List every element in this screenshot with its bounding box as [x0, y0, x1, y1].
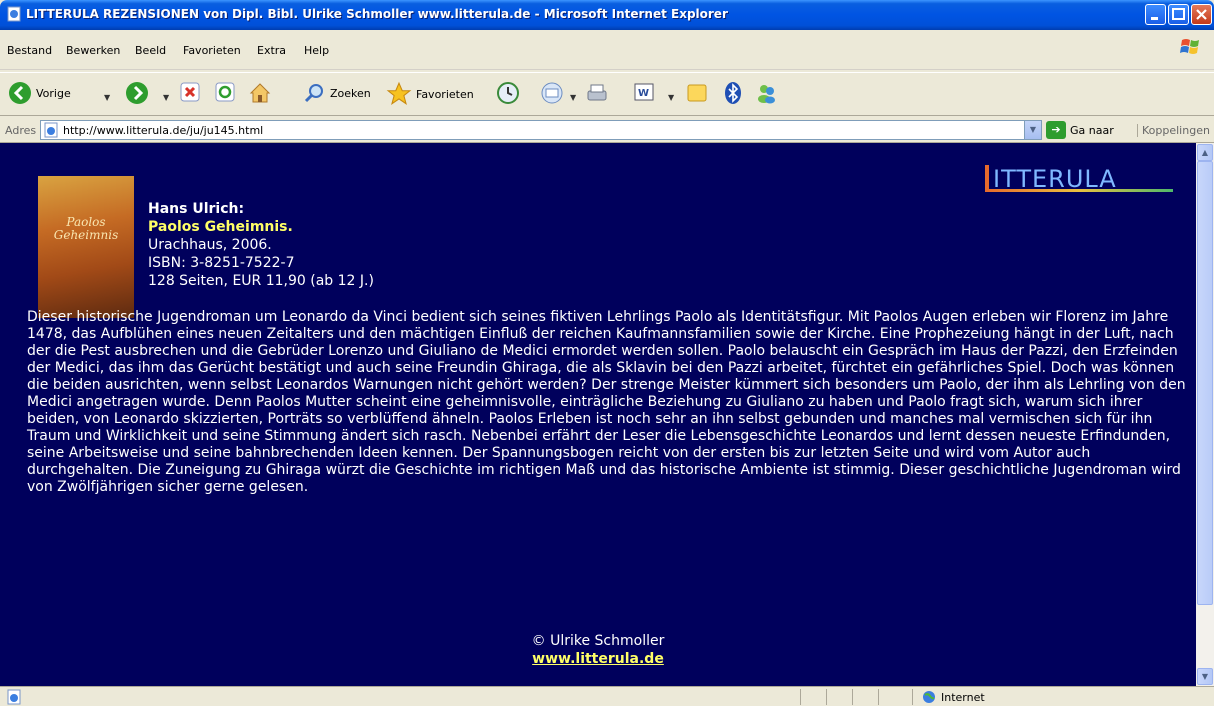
- menu-help[interactable]: Help: [304, 44, 329, 57]
- forward-dropdown-icon[interactable]: ▼: [163, 93, 169, 102]
- cover-title: Paolos Geheimnis: [53, 215, 119, 242]
- book-isbn: ISBN: 3-8251-7522-7: [148, 255, 295, 271]
- go-arrow-icon: ➔: [1046, 121, 1066, 139]
- history-icon: [497, 82, 519, 104]
- word-icon: W: [634, 83, 654, 101]
- bluetooth-button[interactable]: [723, 81, 743, 105]
- favorites-star-icon: [386, 81, 412, 106]
- forward-arrow-icon: [126, 82, 148, 104]
- favorites-button[interactable]: Favorieten: [386, 81, 474, 107]
- status-divider: [852, 689, 853, 705]
- folder-icon: [687, 84, 707, 102]
- address-dropdown-icon[interactable]: ▼: [1024, 121, 1041, 139]
- menu-bestand[interactable]: Bestand: [7, 44, 52, 57]
- minimize-icon: [1151, 17, 1158, 20]
- go-button[interactable]: ➔ Ga naar: [1046, 121, 1114, 139]
- ie-page-icon: [7, 6, 21, 22]
- scroll-down-icon[interactable]: ▼: [1197, 668, 1213, 685]
- status-bar: Internet: [0, 686, 1214, 706]
- search-label: Zoeken: [330, 86, 371, 100]
- messenger-button[interactable]: [755, 81, 779, 105]
- mail-icon: [541, 82, 563, 104]
- zone-label: Internet: [941, 690, 985, 704]
- close-button[interactable]: [1191, 4, 1212, 25]
- windows-logo-icon: [1180, 39, 1199, 54]
- status-divider: [826, 689, 827, 705]
- notes-button[interactable]: [685, 81, 709, 105]
- review-text: Dieser historische Jugendroman um Leonar…: [27, 309, 1186, 495]
- home-icon: [249, 83, 271, 103]
- page-icon: [44, 122, 58, 138]
- refresh-icon: [215, 82, 235, 102]
- security-zone: Internet: [922, 690, 985, 704]
- back-label: Vorige: [36, 86, 71, 100]
- svg-text:W: W: [638, 88, 649, 99]
- links-toolbar[interactable]: Koppelingen: [1137, 124, 1210, 137]
- menu-extra[interactable]: Extra: [257, 44, 286, 57]
- print-button[interactable]: [585, 81, 609, 105]
- edit-dropdown-icon[interactable]: ▼: [668, 93, 674, 102]
- address-label: Adres: [5, 124, 37, 137]
- bluetooth-icon: [725, 82, 741, 104]
- toolbar: Vorige ▼ ▼ Zoeken Favorieten ▼ W ▼: [0, 72, 1214, 116]
- maximize-icon: [1172, 8, 1185, 20]
- search-icon: [304, 84, 323, 103]
- menu-favorieten[interactable]: Favorieten: [183, 44, 241, 57]
- messenger-icon: [758, 85, 775, 104]
- status-divider: [912, 689, 913, 705]
- address-url: http://www.litterula.de/ju/ju145.html: [63, 124, 264, 137]
- word-edit-button[interactable]: W: [633, 81, 655, 103]
- close-icon: [1196, 9, 1207, 20]
- page-status-icon: [7, 689, 21, 705]
- back-button[interactable]: Vorige: [8, 81, 71, 105]
- maximize-button[interactable]: [1168, 4, 1189, 25]
- menu-bewerken[interactable]: Bewerken: [66, 44, 120, 57]
- back-arrow-icon: [9, 82, 31, 104]
- refresh-button[interactable]: [214, 81, 236, 103]
- go-label: Ga naar: [1070, 123, 1114, 137]
- address-bar: Adres http://www.litterula.de/ju/ju145.h…: [0, 117, 1214, 143]
- favorites-label: Favorieten: [416, 87, 474, 101]
- menu-bar: Bestand Bewerken Beeld Favorieten Extra …: [0, 30, 1214, 70]
- book-cover-image: Paolos Geheimnis: [38, 176, 134, 318]
- litterula-logo: ITTERULA: [985, 165, 1173, 193]
- status-divider: [878, 689, 879, 705]
- book-publisher: Urachhaus, 2006.: [148, 237, 272, 253]
- address-input[interactable]: http://www.litterula.de/ju/ju145.html ▼: [40, 120, 1042, 140]
- site-link[interactable]: www.litterula.de: [0, 651, 1196, 667]
- status-divider: [800, 689, 801, 705]
- stop-button[interactable]: [179, 81, 201, 103]
- copyright: © Ulrike Schmoller: [531, 633, 665, 649]
- forward-button[interactable]: [125, 81, 149, 105]
- book-author: Hans Ulrich:: [148, 201, 245, 217]
- home-button[interactable]: [248, 81, 272, 105]
- back-dropdown-icon[interactable]: ▼: [104, 93, 110, 102]
- globe-icon: [923, 691, 935, 703]
- history-button[interactable]: [496, 81, 520, 105]
- window-title-bar[interactable]: LITTERULA REZENSIONEN von Dipl. Bibl. Ul…: [0, 0, 1214, 30]
- mail-button[interactable]: [540, 81, 566, 105]
- search-button[interactable]: Zoeken: [302, 81, 371, 105]
- window-title: LITTERULA REZENSIONEN von Dipl. Bibl. Ul…: [26, 7, 728, 21]
- mail-dropdown-icon[interactable]: ▼: [570, 93, 576, 102]
- stop-icon: [180, 82, 200, 102]
- vertical-scrollbar[interactable]: ▲ ▼: [1196, 143, 1214, 686]
- scroll-thumb[interactable]: [1197, 161, 1213, 605]
- svg-text:ITTERULA: ITTERULA: [993, 165, 1117, 193]
- menu-beeld[interactable]: Beeld: [135, 44, 166, 57]
- book-title: Paolos Geheimnis.: [148, 219, 293, 235]
- page-content: ITTERULA Paolos Geheimnis Hans Ulrich: P…: [0, 143, 1196, 686]
- book-pages-price: 128 Seiten, EUR 11,90 (ab 12 J.): [148, 273, 374, 289]
- minimize-button[interactable]: [1145, 4, 1166, 25]
- print-icon: [587, 84, 607, 101]
- scroll-up-icon[interactable]: ▲: [1197, 144, 1213, 161]
